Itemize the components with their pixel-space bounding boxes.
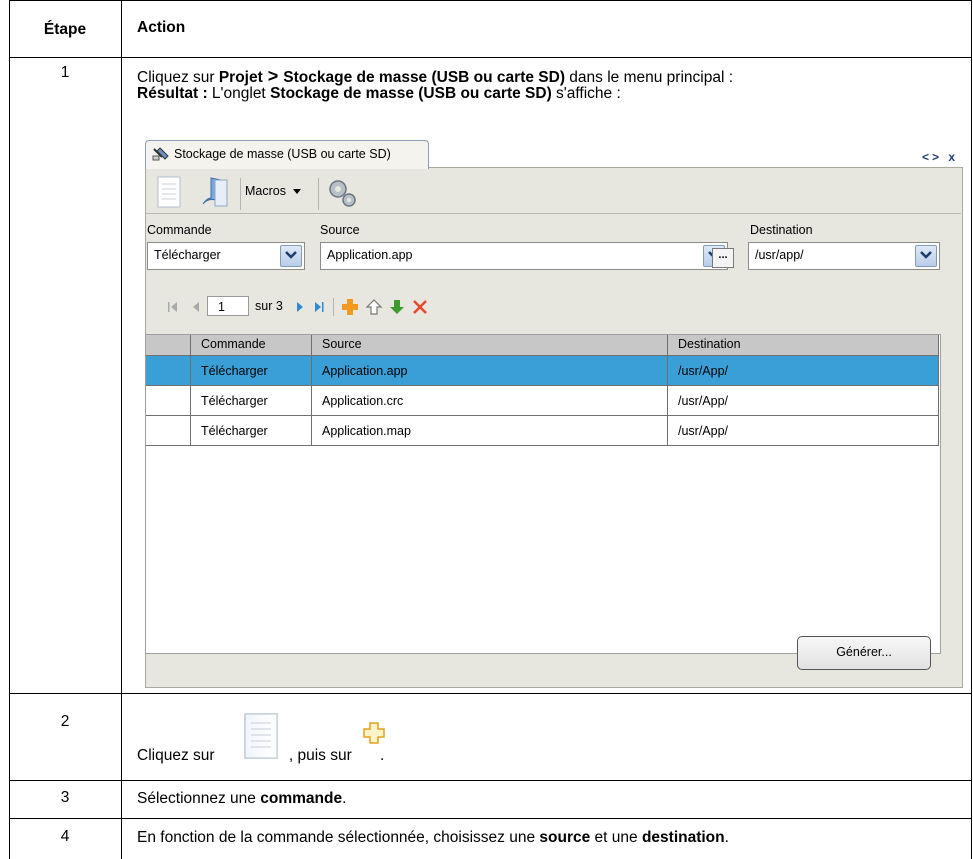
- browse-button[interactable]: ...: [712, 248, 734, 268]
- new-list-icon: [239, 712, 281, 762]
- column-header-destination[interactable]: Destination: [668, 335, 939, 356]
- step-number: 2: [60, 713, 70, 730]
- mass-storage-editor: Stockage de masse (USB ou carte SD) <> x…: [145, 140, 963, 688]
- step-column-header: Étape: [43, 21, 87, 38]
- step-number: 1: [60, 64, 70, 81]
- source-select[interactable]: Application.app: [320, 242, 728, 270]
- next-page-icon[interactable]: [295, 300, 305, 314]
- destination-label: Destination: [750, 223, 813, 237]
- settings-gears-icon[interactable]: [325, 176, 361, 210]
- chevron-down-icon[interactable]: [280, 245, 302, 267]
- command-label: Commande: [147, 223, 212, 237]
- table-row[interactable]: Télécharger Application.map /usr/App/: [146, 416, 939, 446]
- add-row-icon[interactable]: [341, 298, 359, 316]
- new-list-button[interactable]: [155, 175, 183, 209]
- grid-header: Commande Source Destination: [146, 335, 939, 356]
- table-row[interactable]: Télécharger Application.crc /usr/App/: [146, 386, 939, 416]
- step1-result: Résultat : L'onglet Stockage de masse (U…: [137, 85, 621, 102]
- window-controls[interactable]: <> x: [922, 150, 958, 164]
- last-page-icon[interactable]: [313, 300, 325, 314]
- column-header-source[interactable]: Source: [312, 335, 668, 356]
- generate-button[interactable]: Générer...: [797, 636, 931, 670]
- first-page-icon[interactable]: [167, 300, 179, 314]
- step4-instruction: En fonction de la commande sélectionnée,…: [137, 829, 729, 846]
- move-down-icon[interactable]: [388, 298, 406, 316]
- tab-title: Stockage de masse (USB ou carte SD): [174, 147, 391, 161]
- page-total: sur 3: [255, 299, 283, 313]
- action-column-header: Action: [137, 19, 186, 36]
- chevron-down-icon[interactable]: [915, 245, 937, 267]
- column-header-command[interactable]: Commande: [191, 335, 312, 356]
- table-row[interactable]: Télécharger Application.app /usr/App/: [146, 356, 939, 386]
- macros-dropdown[interactable]: Macros: [245, 184, 315, 204]
- move-up-icon[interactable]: [365, 298, 383, 316]
- add-row-icon: [362, 721, 386, 745]
- step-number: 3: [60, 789, 70, 806]
- step3-instruction: Sélectionnez une commande.: [137, 790, 347, 807]
- caret-down-icon: [293, 189, 302, 195]
- prev-page-icon[interactable]: [191, 300, 201, 314]
- source-label: Source: [320, 223, 360, 237]
- tab-mass-storage[interactable]: Stockage de masse (USB ou carte SD): [145, 140, 429, 169]
- command-select[interactable]: Télécharger: [147, 242, 305, 270]
- destination-select[interactable]: /usr/app/: [748, 242, 940, 270]
- delete-row-icon[interactable]: [411, 298, 429, 316]
- step-number: 4: [60, 828, 70, 845]
- commands-grid: Commande Source Destination Télécharger …: [145, 334, 941, 654]
- usb-storage-icon: [152, 146, 170, 162]
- page-number-input[interactable]: 1: [207, 296, 249, 316]
- open-file-button[interactable]: [197, 174, 233, 210]
